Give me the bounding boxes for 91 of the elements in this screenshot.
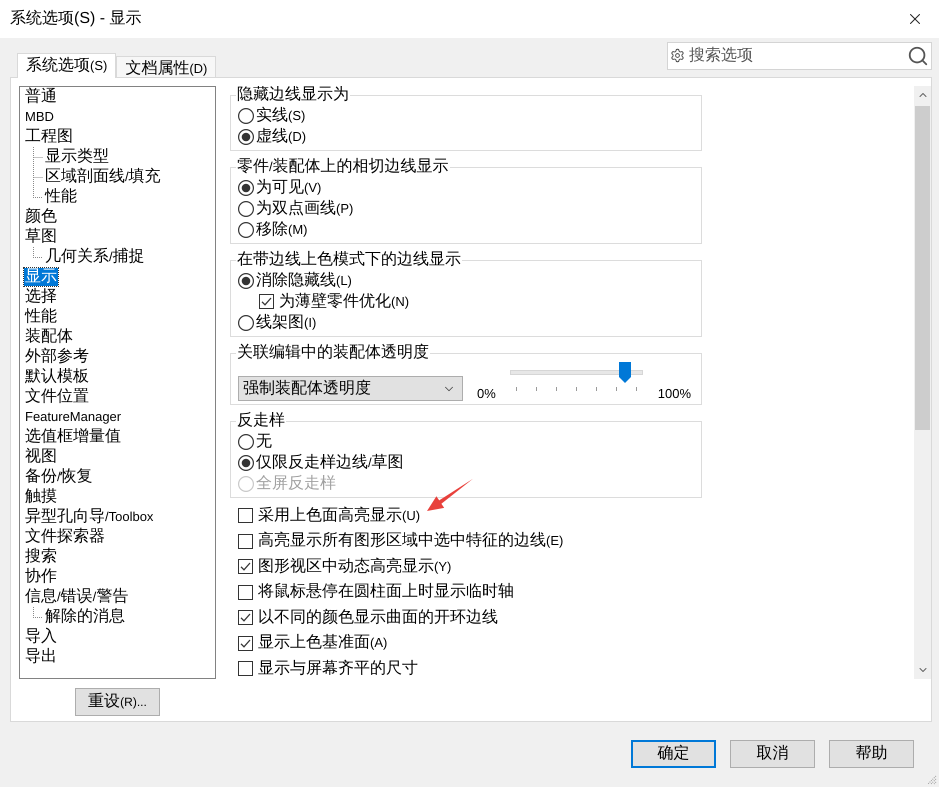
tree-item[interactable]: 解除的消息: [44, 608, 126, 626]
radio-button[interactable]: [238, 434, 254, 450]
option-label: 线架图(I): [256, 312, 316, 332]
checkbox[interactable]: [238, 661, 253, 676]
option-label: 移除(M): [256, 220, 308, 240]
checkbox[interactable]: [238, 584, 253, 600]
resize-grip-icon[interactable]: [927, 775, 937, 785]
tree-item[interactable]: 草图: [24, 228, 58, 246]
tree-item[interactable]: 普通: [24, 88, 58, 106]
tree-item[interactable]: 外部参考: [24, 348, 90, 366]
scroll-thumb[interactable]: [915, 106, 930, 430]
tree-item[interactable]: 导出: [24, 648, 58, 666]
dialog-button[interactable]: 帮助: [829, 740, 914, 768]
slider-thumb[interactable]: [618, 362, 631, 383]
radio-button[interactable]: [238, 180, 254, 196]
option-label: 仅限反走样边线/草图: [256, 452, 404, 472]
tree-item[interactable]: 区域剖面线/填充: [44, 168, 162, 186]
annotation-arrow: [426, 478, 474, 512]
group-title: 关联编辑中的装配体透明度: [236, 344, 430, 362]
tree-item[interactable]: 备份/恢复: [24, 468, 94, 486]
search-field[interactable]: 搜索选项: [667, 42, 932, 70]
search-icon[interactable]: [907, 45, 929, 67]
option-label: 为薄壁零件优化(N): [279, 292, 410, 312]
tree-connector: [33, 147, 43, 167]
tab[interactable]: 文档属性(D): [116, 56, 216, 77]
radio-button[interactable]: [238, 222, 254, 238]
window-title: 系统选项(S) - 显示: [10, 8, 142, 29]
tree-item[interactable]: 颜色: [24, 208, 58, 226]
option-label: 实线(S): [256, 106, 306, 126]
dialog-button[interactable]: 确定: [631, 740, 716, 768]
option-label: 以不同的颜色显示曲面的开环边线: [258, 608, 498, 628]
option-label: 为可见(V): [256, 178, 322, 198]
tree-item[interactable]: 文件位置: [24, 388, 90, 406]
tree-item[interactable]: 信息/错误/警告: [24, 588, 130, 606]
tree-item[interactable]: 搜索: [24, 548, 58, 566]
tree-item[interactable]: 异型孔向导/Toolbox: [24, 508, 154, 526]
group-title: 在带边线上色模式下的边线显示: [236, 251, 462, 269]
group-title: 零件/装配体上的相切边线显示: [236, 158, 450, 176]
checkbox[interactable]: [259, 294, 274, 309]
tree-item[interactable]: 默认模板: [24, 368, 90, 386]
tree-item[interactable]: 几何关系/捕捉: [44, 248, 146, 266]
option-label: 高亮显示所有图形区域中选中特征的边线(E): [258, 531, 564, 552]
tree-item[interactable]: 导入: [24, 628, 58, 646]
radio-button[interactable]: [238, 314, 254, 330]
tree-item[interactable]: 性能: [24, 308, 58, 326]
group-title: 反走样: [236, 412, 286, 430]
settings-icon: [670, 48, 685, 63]
tree-item[interactable]: 选择: [24, 288, 58, 306]
radio-button[interactable]: [238, 108, 254, 124]
tab[interactable]: 系统选项(S): [17, 53, 116, 78]
option-label: 为双点画线(P): [256, 198, 354, 218]
tree-item[interactable]: 选值框增量值: [24, 428, 122, 446]
reset-button[interactable]: 重设(R)...: [75, 688, 160, 716]
option-label: 采用上色面高亮显示(U): [258, 506, 420, 526]
dropdown[interactable]: 强制装配体透明度: [238, 376, 463, 401]
radio-button[interactable]: [238, 128, 254, 144]
checkbox[interactable]: [238, 636, 253, 651]
radio-button[interactable]: [238, 272, 254, 288]
scrollbar[interactable]: [914, 86, 931, 679]
group-title: 隐藏边线显示为: [236, 86, 350, 104]
radio-button[interactable]: [238, 454, 254, 470]
tree-item[interactable]: 装配体: [24, 328, 74, 346]
tree-item[interactable]: 工程图: [24, 128, 74, 146]
tree-item[interactable]: 协作: [24, 568, 58, 586]
slider-min-label: 0%: [477, 386, 496, 402]
tree-item[interactable]: 显示: [24, 268, 58, 286]
option-label: 消除隐藏线(L): [256, 270, 352, 290]
option-label: 显示与屏幕齐平的尺寸: [258, 658, 418, 679]
tree-item[interactable]: FeatureManager: [24, 408, 122, 426]
dialog-button[interactable]: 取消: [730, 740, 815, 768]
option-label: 图形视区中动态高亮显示(Y): [258, 556, 452, 577]
option-label: 无: [256, 432, 272, 452]
tree-item[interactable]: 显示类型: [44, 148, 110, 166]
checkbox[interactable]: [238, 508, 253, 524]
tree-item[interactable]: MBD: [24, 108, 55, 126]
checkbox[interactable]: [238, 559, 253, 574]
slider-max-label: 100%: [658, 386, 692, 402]
option-label: 将鼠标悬停在圆柱面上时显示临时轴: [258, 582, 514, 602]
slider-track[interactable]: [510, 362, 643, 384]
tree-item[interactable]: 文件探索器: [24, 528, 106, 546]
checkbox[interactable]: [238, 534, 253, 549]
radio-button[interactable]: [238, 200, 254, 216]
tree-connector: [33, 247, 43, 258]
tree-item[interactable]: 性能: [44, 188, 78, 206]
tree-item[interactable]: 触摸: [24, 488, 58, 506]
tree-connector: [33, 607, 43, 618]
option-label: 全屏反走样: [256, 474, 336, 494]
tree-item[interactable]: 视图: [24, 448, 58, 466]
checkbox[interactable]: [238, 610, 253, 626]
option-label: 显示上色基准面(A): [258, 633, 388, 654]
option-label: 虚线(D): [256, 126, 306, 146]
